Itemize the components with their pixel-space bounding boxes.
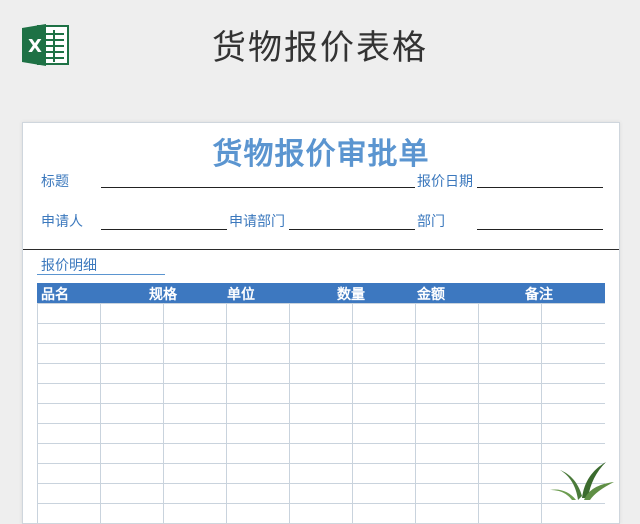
column-header-unit: 单位 [227, 287, 255, 303]
table-header: 品名 规格 单位 数量 金额 备注 [37, 283, 605, 303]
applicant-label: 申请人 [41, 214, 83, 230]
quote-date-field[interactable] [477, 187, 603, 188]
dept-label: 部门 [417, 214, 445, 230]
top-banner: X 货物报价表格 [0, 0, 640, 100]
column-header-amount: 金额 [417, 287, 445, 303]
column-header-name: 品名 [41, 287, 69, 303]
column-header-quantity: 数量 [337, 287, 365, 303]
applying-dept-label: 申请部门 [229, 214, 285, 230]
details-underline [37, 274, 165, 275]
plant-icon [550, 462, 614, 500]
section-divider [23, 249, 619, 250]
page-title: 货物报价表格 [212, 28, 428, 68]
quote-date-label: 报价日期 [417, 174, 473, 190]
applicant-field[interactable] [101, 229, 227, 230]
dept-field[interactable] [477, 229, 603, 230]
details-section-label: 报价明细 [41, 258, 97, 274]
column-header-spec: 规格 [149, 287, 177, 303]
quote-sheet: 货物报价审批单 标题 报价日期 申请人 申请部门 部门 报价明细 品名 规格 单… [22, 122, 620, 524]
detail-table-grid[interactable] [37, 303, 605, 523]
subject-label: 标题 [41, 174, 69, 190]
subject-field[interactable] [101, 187, 415, 188]
applying-dept-field[interactable] [289, 229, 415, 230]
form-title: 货物报价审批单 [212, 137, 430, 172]
column-header-remarks: 备注 [525, 287, 553, 303]
